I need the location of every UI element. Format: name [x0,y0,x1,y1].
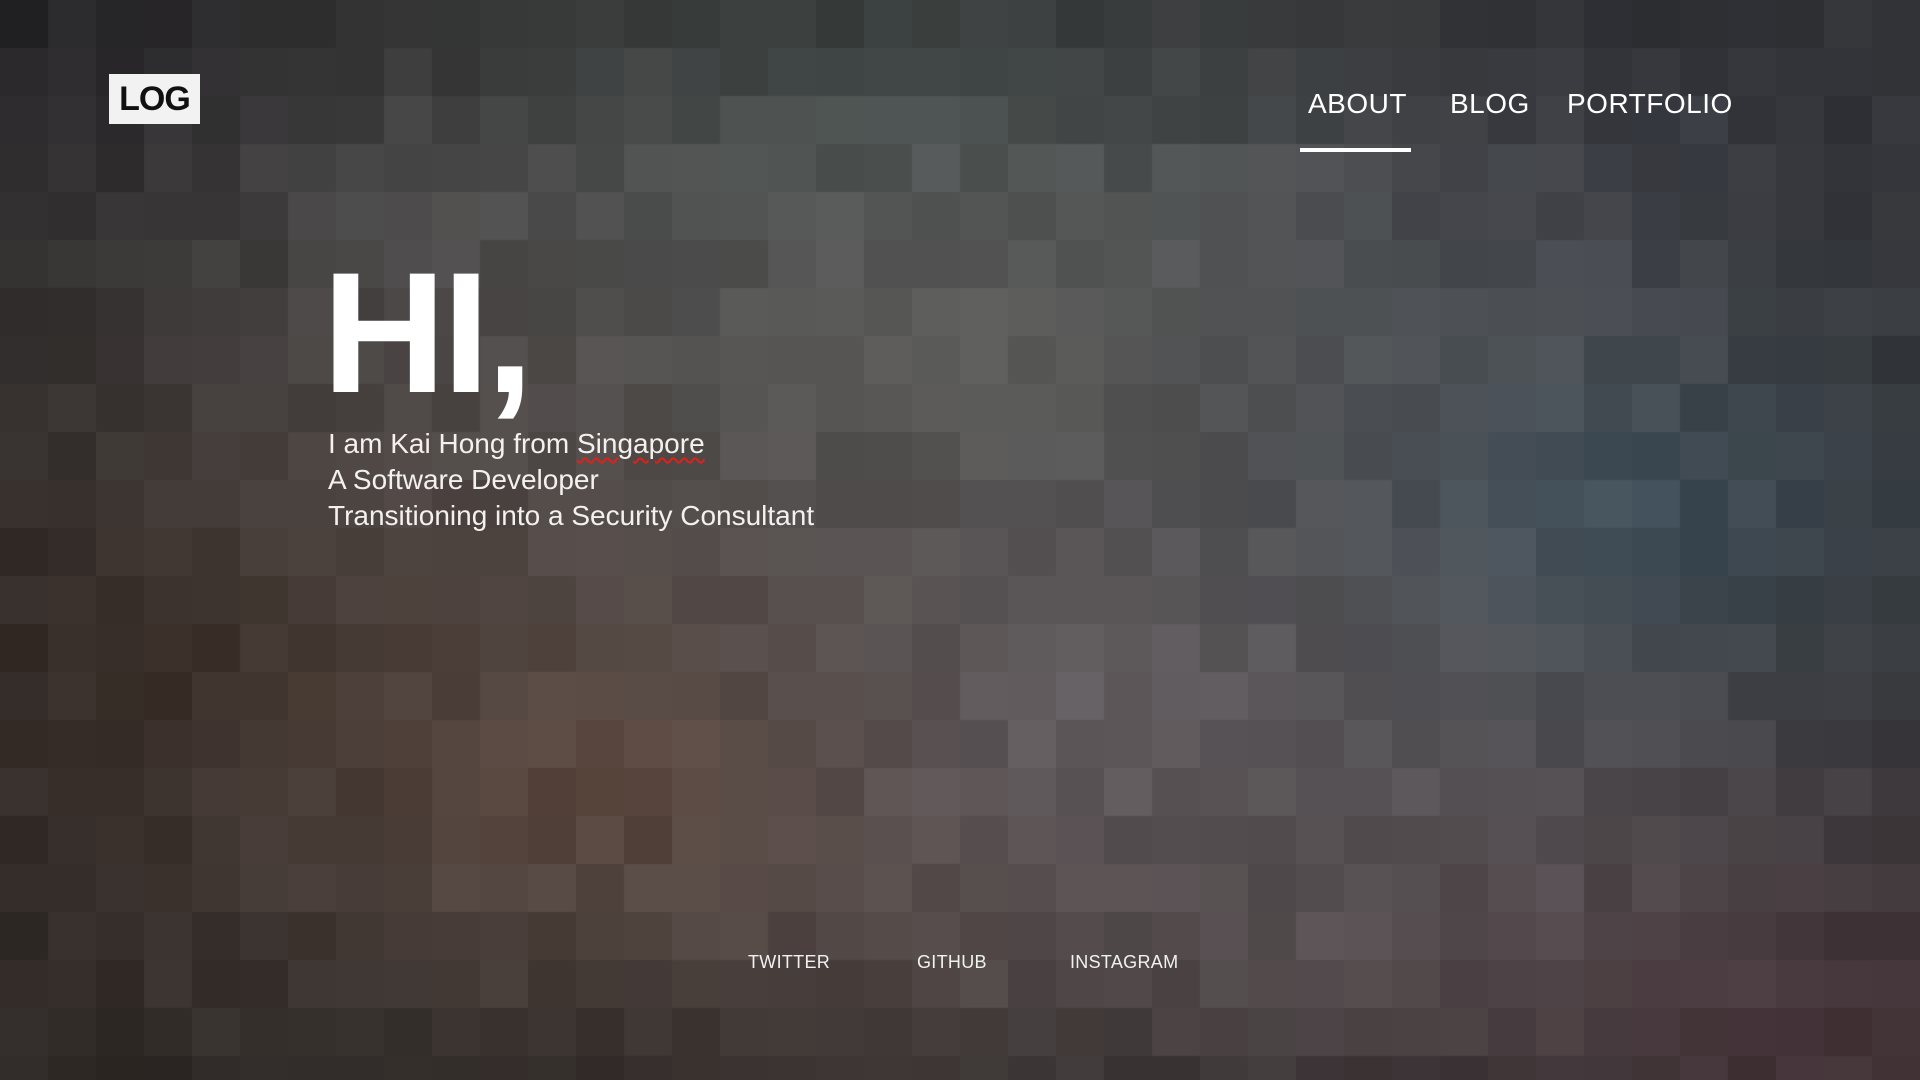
intro-line-1: I am Kai Hong from Singapore [328,426,814,462]
hero-section: HI, I am Kai Hong from Singapore A Softw… [322,237,814,534]
logo[interactable]: LOG [109,74,200,124]
main-nav: ABOUT BLOG PORTFOLIO [1300,88,1740,158]
intro-line-3: Transitioning into a Security Consultant [328,500,815,531]
hero-greeting: HI, [322,237,534,429]
github-link[interactable]: GITHUB [917,952,987,973]
social-links: TWITTER GITHUB INSTAGRAM [0,952,1920,982]
intro-text: I am Kai Hong from Singapore A Software … [328,426,814,534]
active-nav-indicator [1300,148,1411,152]
intro-line-2: A Software Developer [328,464,599,495]
pixelated-background [0,0,1920,1080]
nav-item-portfolio[interactable]: PORTFOLIO [1567,88,1733,120]
twitter-link[interactable]: TWITTER [748,952,830,973]
instagram-link[interactable]: INSTAGRAM [1070,952,1178,973]
intro-prefix: I am Kai Hong from [328,428,577,459]
intro-place: Singapore [576,428,705,459]
nav-item-about[interactable]: ABOUT [1308,88,1407,120]
nav-item-blog[interactable]: BLOG [1450,88,1530,120]
